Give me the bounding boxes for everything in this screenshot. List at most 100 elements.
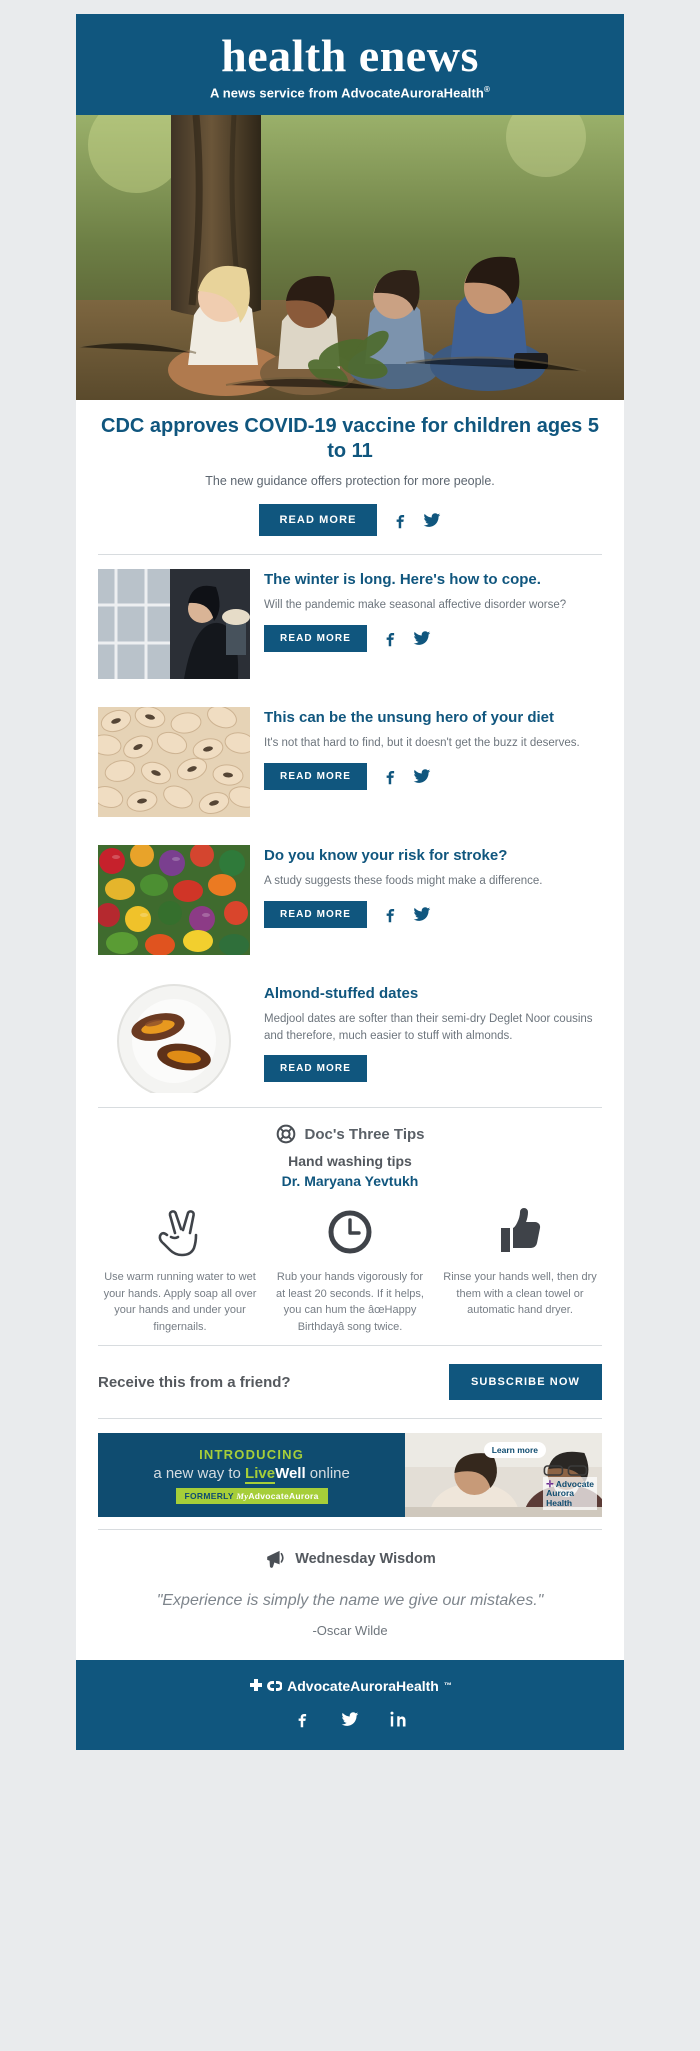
footer-logo: AdvocateAuroraHealth ™ [86,1678,614,1694]
masthead-brand: AdvocateAuroraHealth [341,85,484,101]
twitter-icon[interactable] [341,1710,359,1728]
facebook-icon[interactable] [381,629,399,647]
article-thumbnail[interactable] [98,569,250,680]
promo-copy: INTRODUCING a new way to LiveWell online… [98,1433,406,1518]
promo-tagline-prefix: a new way to [153,1464,246,1482]
twitter-icon[interactable] [423,511,441,529]
twitter-icon[interactable] [413,905,431,923]
facebook-icon[interactable] [381,905,399,923]
read-more-button[interactable]: READ MORE [264,1055,368,1083]
promo-formerly-label: FORMERLY [184,1490,234,1501]
advocate-cross-icon: ✛ [546,1478,554,1489]
article-body: Almond-stuffed dates Medjool dates are s… [264,983,602,1083]
promo-logo-line3: Health [546,1497,573,1508]
article-body: The winter is long. Here's how to cope. … [264,569,602,652]
article-list: The winter is long. Here's how to cope. … [76,555,624,1107]
article-actions: READ MORE [264,624,602,652]
wisdom-header-label: Wednesday Wisdom [295,1551,436,1568]
footer-brand-text: AdvocateAuroraHealth [287,1677,439,1694]
promo-learn-more-button[interactable]: Learn more [483,1442,546,1459]
email-page: health enews A news service from Advocat… [0,0,700,1750]
subscribe-label: Receive this from a friend? [98,1373,291,1391]
article-description: It's not that hard to find, but it doesn… [264,736,580,749]
tips-grid: Use warm running water to wet your hands… [98,1205,602,1335]
masthead-title: health enews [221,30,479,81]
masthead: health enews A news service from Advocat… [76,14,624,115]
footer-trademark: ™ [443,1681,452,1691]
facebook-icon[interactable] [381,767,399,785]
docs-three-tips-section: Doc's Three Tips Hand washing tips Dr. M… [76,1108,624,1345]
article-title[interactable]: Do you know your risk for stroke? [264,847,602,866]
article-body: Do you know your risk for stroke? A stud… [264,845,602,928]
tip-text: Rinse your hands well, then dry them wit… [443,1271,597,1317]
promo-well-word: Well [275,1464,306,1482]
hero-subheadline: The new guidance offers protection for m… [205,473,495,488]
promo-logo-line1: Advocate [555,1478,594,1489]
article-description: A study suggests these foods might make … [264,874,543,887]
promo-tagline: a new way to LiveWell online [153,1464,350,1484]
megaphone-icon [264,1548,286,1570]
clock-icon [268,1205,432,1259]
subscribe-now-button[interactable]: SUBSCRIBE NOW [448,1364,602,1401]
hero-text-block: CDC approves COVID-19 vaccine for childr… [76,400,624,491]
wednesday-wisdom-section: Wednesday Wisdom "Experience is simply t… [76,1530,624,1659]
tip-text: Use warm running water to wet your hands… [103,1271,257,1333]
promo-live-word: Live [245,1464,276,1484]
livewell-promo-banner[interactable]: INTRODUCING a new way to LiveWell online… [98,1433,602,1518]
tips-subject: Hand washing tips [288,1153,412,1170]
tips-header-label: Doc's Three Tips [304,1125,425,1143]
twitter-icon[interactable] [413,629,431,647]
wisdom-author: -Oscar Wilde [312,1622,388,1638]
list-item[interactable]: Do you know your risk for stroke? A stud… [76,831,624,969]
tip-item: Rub your hands vigorously for at least 2… [268,1205,432,1335]
advocate-aurora-mark-icon [250,1678,283,1691]
promo-formerly-brand: AdvocateAurora [248,1490,319,1501]
read-more-button[interactable]: READ MORE [264,624,368,652]
tip-text: Rub your hands vigorously for at least 2… [276,1271,424,1333]
article-thumbnail[interactable] [98,845,250,956]
thumbs-up-icon [438,1205,602,1259]
promo-advocate-logo: ✛ Advocate Aurora Health [543,1476,597,1511]
hero-read-more-button[interactable]: READ MORE [259,504,377,537]
tip-item: Use warm running water to wet your hands… [98,1205,262,1335]
read-more-button[interactable]: READ MORE [264,762,368,790]
victory-hand-icon [98,1205,262,1259]
list-item[interactable]: This can be the unsung hero of your diet… [76,693,624,831]
article-thumbnail[interactable] [98,707,250,818]
article-description: Medjool dates are softer than their semi… [264,1012,593,1042]
linkedin-icon[interactable] [389,1710,407,1728]
article-actions: READ MORE [264,762,602,790]
tips-doctor-name[interactable]: Dr. Maryana Yevtukh [98,1173,602,1189]
facebook-icon[interactable] [391,511,409,529]
list-item[interactable]: The winter is long. Here's how to cope. … [76,555,624,693]
subscribe-section: Receive this from a friend? SUBSCRIBE NO… [76,1346,624,1418]
masthead-subtitle: A news service from AdvocateAuroraHealth… [86,85,614,100]
promo-photo: Learn more ✛ Advocate Aurora Health [405,1433,602,1518]
promo-introducing: INTRODUCING [199,1446,305,1462]
life-ring-icon [276,1124,296,1144]
list-item[interactable]: Almond-stuffed dates Medjool dates are s… [76,969,624,1107]
article-title[interactable]: Almond-stuffed dates [264,985,602,1004]
footer-social-row [86,1710,614,1728]
article-title[interactable]: The winter is long. Here's how to cope. [264,571,602,590]
masthead-trademark: ® [483,85,490,95]
article-title[interactable]: This can be the unsung hero of your diet [264,709,602,728]
tip-item: Rinse your hands well, then dry them wit… [438,1205,602,1335]
email-body: health enews A news service from Advocat… [76,14,624,1750]
article-description: Will the pandemic make seasonal affectiv… [264,598,567,611]
promo-formerly-my: My [236,1490,249,1501]
promo-tagline-suffix: online [305,1464,350,1482]
hero-headline[interactable]: CDC approves COVID-19 vaccine for childr… [98,414,602,464]
promo-logo-line2: Aurora [546,1488,575,1499]
twitter-icon[interactable] [413,767,431,785]
wisdom-quote: "Experience is simply the name we give o… [156,1592,544,1610]
facebook-icon[interactable] [293,1710,311,1728]
article-actions: READ MORE [264,1055,602,1083]
promo-banner-wrap: INTRODUCING a new way to LiveWell online… [76,1419,624,1529]
article-thumbnail[interactable] [98,983,250,1094]
hero-action-row: READ MORE [76,504,624,554]
read-more-button[interactable]: READ MORE [264,900,368,928]
wisdom-header: Wednesday Wisdom [106,1548,594,1570]
hero-image[interactable] [76,114,624,400]
article-body: This can be the unsung hero of your diet… [264,707,602,790]
